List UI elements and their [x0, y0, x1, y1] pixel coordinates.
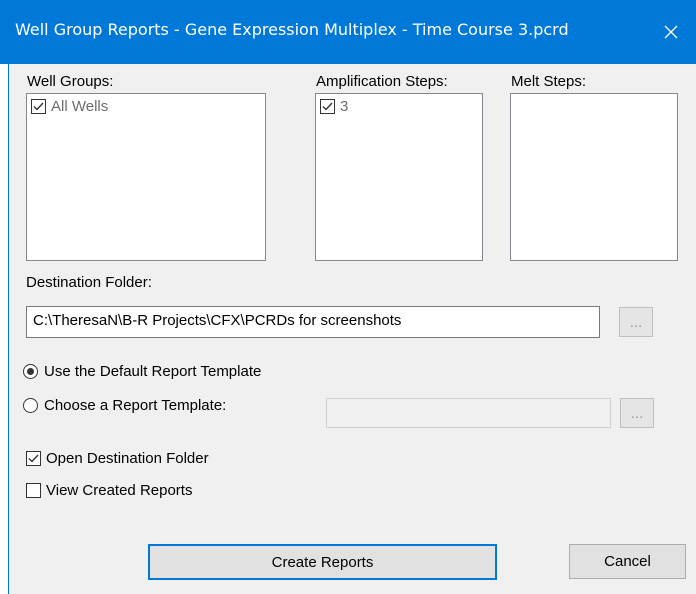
list-item-all-wells[interactable]: All Wells [31, 98, 108, 115]
view-reports-label: View Created Reports [46, 482, 193, 499]
default-template-radio[interactable] [23, 364, 38, 379]
default-template-label: Use the Default Report Template [44, 363, 262, 380]
checkmark-icon [322, 102, 333, 111]
destination-folder-input[interactable]: C:\TheresaN\B-R Projects\CFX\PCRDs for s… [26, 306, 600, 338]
well-groups-label: Well Groups: [27, 73, 114, 90]
radio-selected-dot [27, 368, 34, 375]
dialog-body: Well Groups: All Wells Amplification Ste… [8, 64, 696, 594]
choose-template-option[interactable]: Choose a Report Template: [23, 397, 226, 414]
step-3-checkbox[interactable] [320, 99, 335, 114]
destination-browse-button[interactable]: ... [619, 307, 653, 337]
close-icon [664, 25, 678, 39]
melt-steps-label: Melt Steps: [511, 73, 587, 90]
choose-template-label: Choose a Report Template: [44, 397, 227, 414]
template-browse-button[interactable]: ... [620, 398, 654, 428]
list-item-step-3[interactable]: 3 [320, 98, 348, 115]
step-3-label: 3 [340, 98, 349, 115]
amplification-steps-list[interactable]: 3 [315, 93, 483, 261]
well-groups-list[interactable]: All Wells [26, 93, 266, 261]
view-reports-option[interactable]: View Created Reports [26, 482, 192, 499]
checkmark-icon [33, 102, 44, 111]
open-folder-label: Open Destination Folder [46, 450, 209, 467]
open-folder-option[interactable]: Open Destination Folder [26, 450, 209, 467]
open-folder-checkbox[interactable] [26, 451, 41, 466]
all-wells-checkbox[interactable] [31, 99, 46, 114]
amplification-steps-label: Amplification Steps: [316, 73, 448, 90]
create-reports-button[interactable]: Create Reports [148, 544, 497, 580]
default-template-option[interactable]: Use the Default Report Template [23, 363, 261, 380]
view-reports-checkbox[interactable] [26, 483, 41, 498]
destination-folder-label: Destination Folder: [26, 274, 152, 291]
close-button[interactable] [646, 0, 696, 64]
title-bar: Well Group Reports - Gene Expression Mul… [0, 0, 696, 64]
checkmark-icon [28, 454, 39, 463]
window-title: Well Group Reports - Gene Expression Mul… [15, 20, 569, 39]
cancel-button[interactable]: Cancel [569, 544, 686, 579]
melt-steps-list[interactable] [510, 93, 678, 261]
template-path-input[interactable] [326, 398, 611, 428]
all-wells-label: All Wells [51, 98, 109, 115]
choose-template-radio[interactable] [23, 398, 38, 413]
